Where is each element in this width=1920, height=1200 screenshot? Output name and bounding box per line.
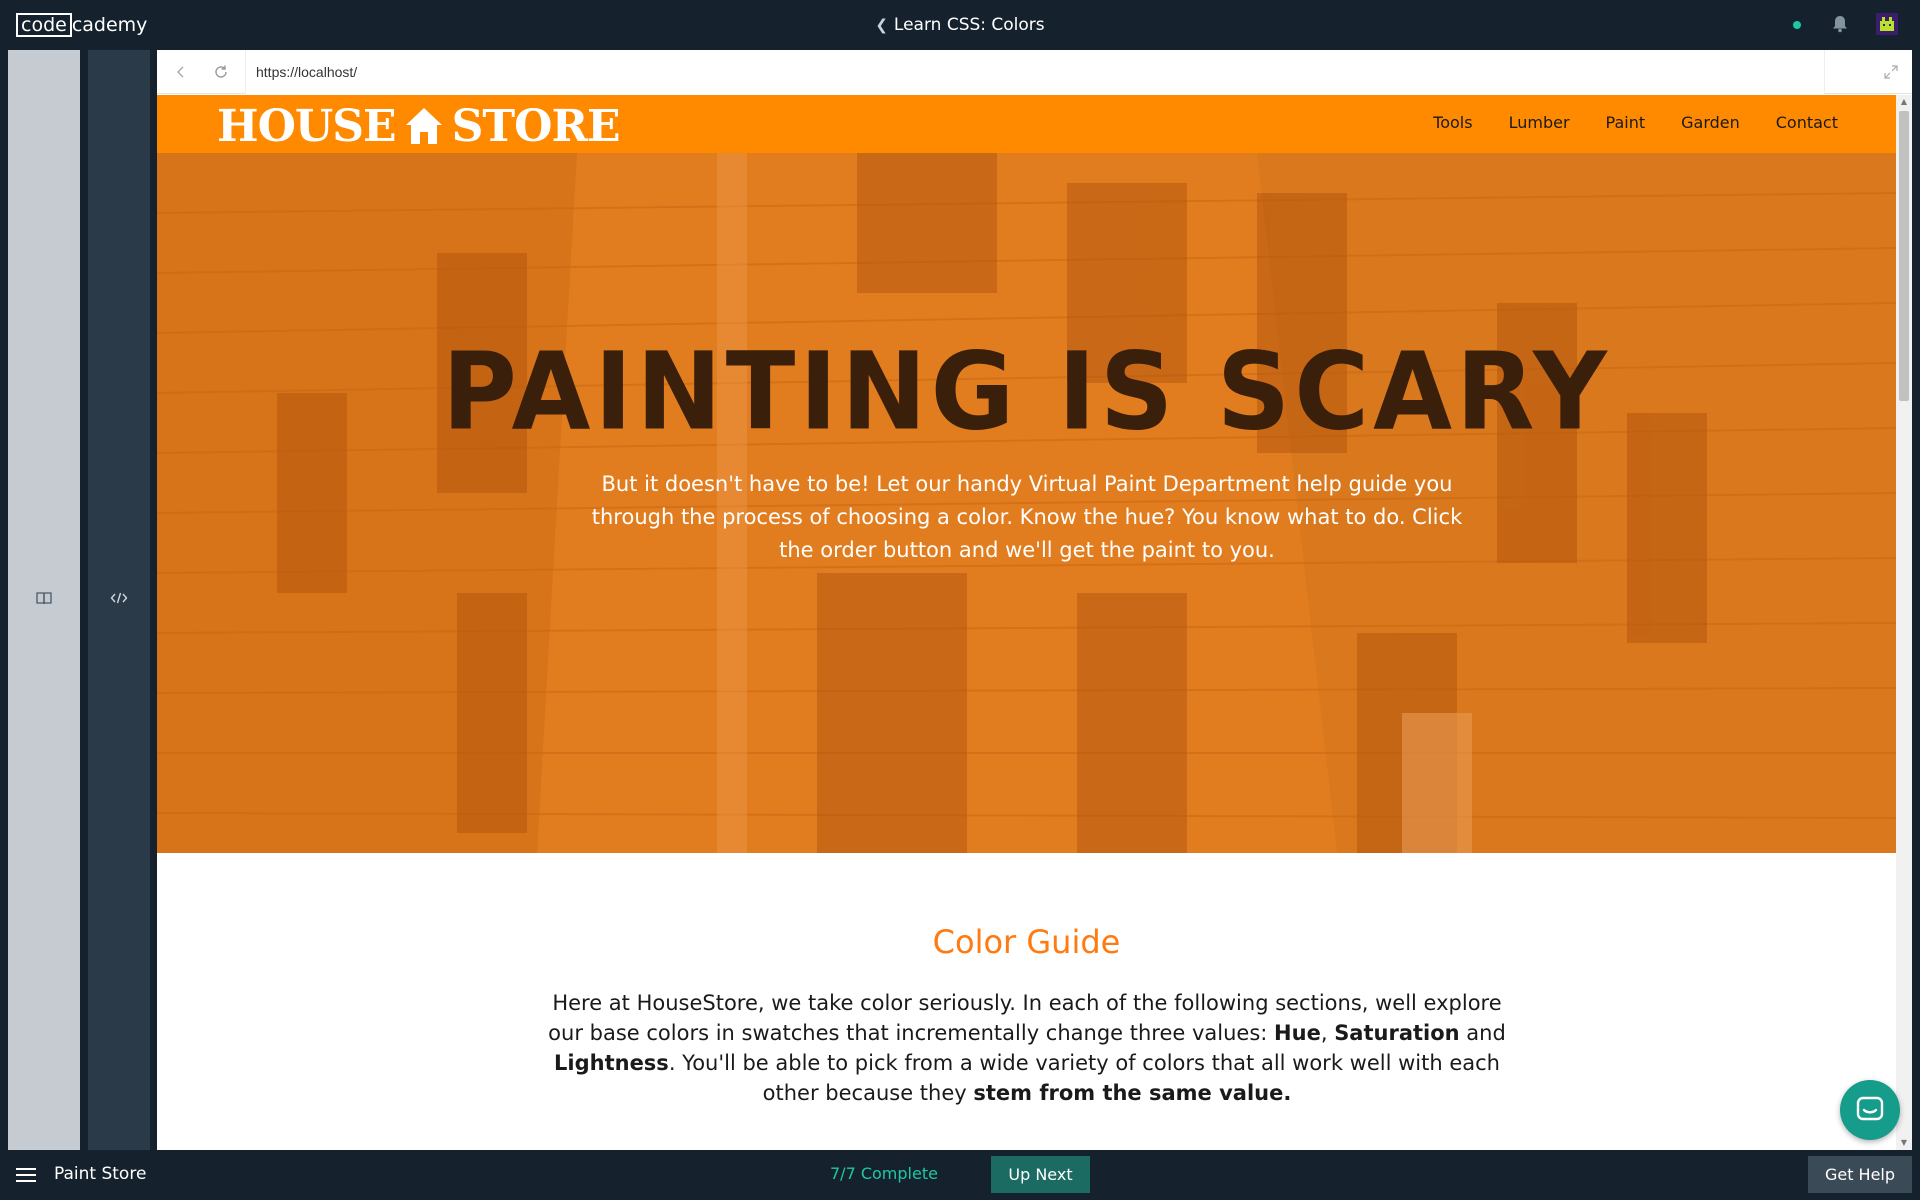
progress-status: 7/7 Complete <box>830 1164 938 1183</box>
chat-icon <box>1856 1096 1884 1121</box>
color-guide-text: Here at HouseStore, we take color seriou… <box>537 988 1517 1108</box>
chevron-left-icon: ❮ <box>875 16 888 34</box>
arrow-left-icon[interactable] <box>172 63 190 81</box>
nav-link-lumber[interactable]: Lumber <box>1509 113 1570 132</box>
browser-preview: https://localhost/ HOUSE STORE Tools Lum… <box>157 50 1912 1150</box>
guide-text-saturation: Saturation <box>1334 1021 1460 1045</box>
course-title[interactable]: ❮ Learn CSS: Colors <box>0 15 1920 35</box>
status-dot-icon <box>1793 21 1801 29</box>
hero-title: PAINTING IS SCARY <box>442 330 1611 455</box>
code-icon[interactable] <box>110 589 128 607</box>
hero-text: But it doesn't have to be! Let our handy… <box>591 472 1463 562</box>
top-bar: code cademy ❮ Learn CSS: Colors <box>0 0 1920 50</box>
nav-link-tools[interactable]: Tools <box>1433 113 1472 132</box>
menu-icon[interactable] <box>16 1167 36 1183</box>
guide-text-and: and <box>1459 1021 1506 1045</box>
guide-text-comma: , <box>1320 1021 1335 1045</box>
brand-left-text: HOUSE <box>217 101 397 152</box>
scroll-down-icon[interactable]: ▼ <box>1899 1138 1909 1148</box>
get-help-button[interactable]: Get Help <box>1808 1156 1912 1193</box>
housestore-logo[interactable]: HOUSE STORE <box>217 101 621 152</box>
expand-icon[interactable] <box>1882 63 1900 81</box>
page-viewport: HOUSE STORE Tools Lumber Paint Garden Co… <box>157 95 1896 1150</box>
code-editor-panel-collapsed[interactable] <box>88 50 150 1150</box>
course-title-text: Learn CSS: Colors <box>893 15 1045 35</box>
brand-right-text: STORE <box>451 101 621 152</box>
avatar-icon[interactable] <box>1876 13 1898 35</box>
hero-section: PAINTING IS SCARY But it doesn't have to… <box>157 153 1896 853</box>
bell-icon[interactable] <box>1830 14 1850 34</box>
guide-text-lightness: Lightness <box>554 1051 669 1075</box>
url-bar: https://localhost/ <box>157 50 1912 94</box>
nav-link-paint[interactable]: Paint <box>1606 113 1646 132</box>
nav-link-garden[interactable]: Garden <box>1681 113 1740 132</box>
refresh-icon[interactable] <box>212 63 230 81</box>
address-input[interactable]: https://localhost/ <box>245 50 1825 94</box>
guide-text-hue: Hue <box>1274 1021 1321 1045</box>
guide-text-stem: stem from the same value. <box>973 1081 1292 1105</box>
site-header: HOUSE STORE Tools Lumber Paint Garden Co… <box>157 95 1896 153</box>
book-icon[interactable] <box>35 589 53 607</box>
vertical-scrollbar[interactable]: ▲ ▼ <box>1896 95 1912 1150</box>
color-guide-title: Color Guide <box>932 923 1121 961</box>
color-guide-section: Color Guide Here at HouseStore, we take … <box>157 853 1896 1150</box>
up-next-button[interactable]: Up Next <box>991 1156 1090 1193</box>
instructions-panel-collapsed[interactable] <box>8 50 80 1150</box>
chat-button[interactable] <box>1840 1080 1900 1140</box>
site-nav: Tools Lumber Paint Garden Contact <box>1433 113 1838 132</box>
project-name[interactable]: Paint Store <box>54 1164 146 1184</box>
house-icon <box>405 107 442 144</box>
scroll-up-icon[interactable]: ▲ <box>1899 97 1909 107</box>
bottom-bar: Paint Store 7/7 Complete Up Next Get Hel… <box>0 1150 1920 1200</box>
nav-link-contact[interactable]: Contact <box>1776 113 1838 132</box>
scrollbar-thumb[interactable] <box>1899 111 1909 401</box>
